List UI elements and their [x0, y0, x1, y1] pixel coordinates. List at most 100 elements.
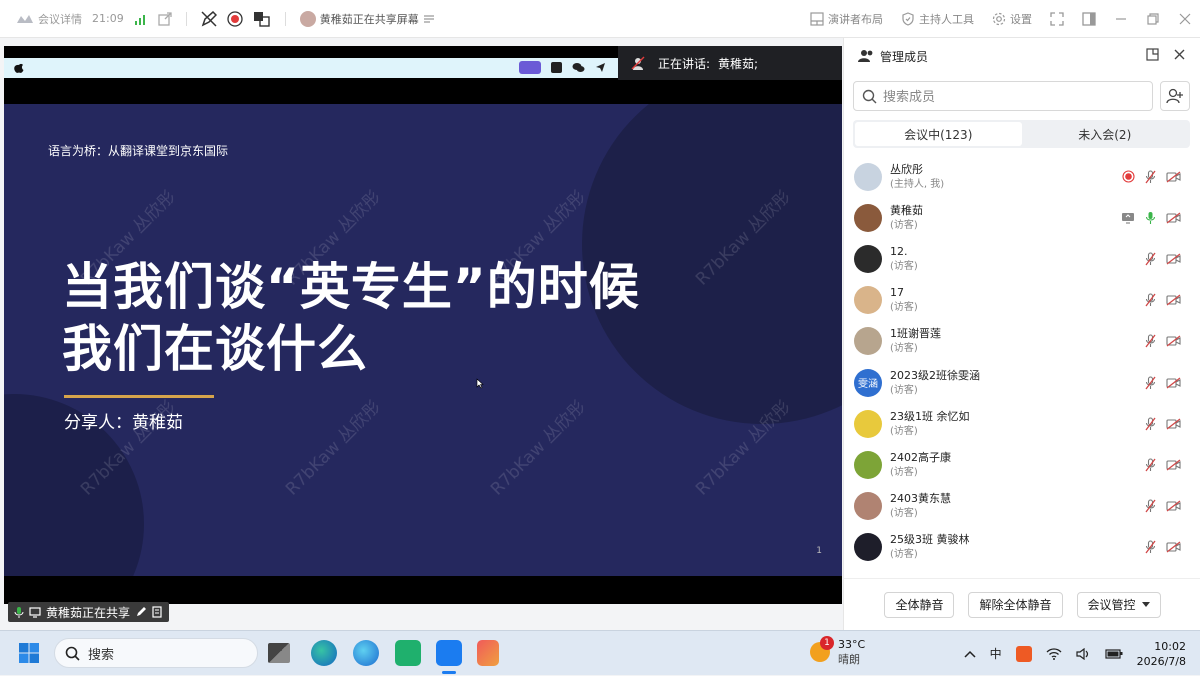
record-icon[interactable]	[227, 10, 243, 27]
host-tools-button[interactable]: 主持人工具	[901, 11, 974, 27]
panel-footer: 全体静音 解除全体静音 会议管控	[844, 578, 1200, 630]
member-row[interactable]: 1班谢晋莲 (访客)	[844, 321, 1200, 362]
windows-start-icon[interactable]	[18, 642, 40, 664]
system-clock[interactable]: 10:02 2026/7/8	[1137, 639, 1186, 669]
recording-icon[interactable]	[1122, 170, 1135, 183]
camera-off-icon[interactable]	[1166, 541, 1181, 553]
windows-taskbar: 搜索 1 33°C 晴朗 中 10:02 2026/7/8	[0, 630, 1200, 675]
member-row[interactable]: 黄稚茹 (访客)	[844, 197, 1200, 238]
mic-muted-icon[interactable]	[1144, 293, 1157, 307]
member-name: 17	[890, 286, 904, 300]
camera-off-icon[interactable]	[1166, 500, 1181, 512]
unmute-all-button[interactable]: 解除全体静音	[968, 591, 1063, 618]
sharing-status[interactable]: 黄稚茹正在共享屏幕	[299, 10, 435, 27]
screen-share-icon[interactable]	[1121, 212, 1135, 224]
active-app-indicator	[442, 671, 456, 674]
member-row[interactable]: 12. (访客)	[844, 238, 1200, 279]
member-name: 2023级2班徐雯涵	[890, 368, 980, 382]
mic-muted-icon[interactable]	[1144, 252, 1157, 266]
invite-member-button[interactable]	[1160, 81, 1190, 111]
camera-off-icon[interactable]	[1166, 212, 1181, 224]
camera-off-icon[interactable]	[1166, 377, 1181, 389]
edge-ai-icon[interactable]	[353, 640, 379, 666]
weather-widget[interactable]: 1 33°C 晴朗	[810, 636, 865, 667]
member-status-icons	[1144, 444, 1181, 485]
host-tools-label: 主持人工具	[919, 13, 974, 26]
member-avatar: 雯涵	[854, 368, 882, 397]
restore-icon[interactable]	[1146, 12, 1160, 26]
member-status-icons	[1144, 280, 1181, 321]
chevron-up-icon[interactable]	[964, 650, 976, 658]
translate-icon[interactable]	[253, 11, 271, 27]
meeting-logo-icon	[17, 14, 33, 23]
task-view-icon[interactable]	[268, 643, 290, 663]
camera-off-icon[interactable]	[1166, 335, 1181, 347]
member-name: 2402高子康	[890, 450, 951, 464]
mic-muted-icon[interactable]	[1144, 458, 1157, 472]
member-role: (访客)	[890, 508, 918, 520]
close-icon[interactable]	[1178, 12, 1192, 26]
member-text: 2023级2班徐雯涵 (访客)	[890, 368, 980, 398]
member-row[interactable]: 丛欣彤 (主持人, 我)	[844, 156, 1200, 197]
wifi-icon[interactable]	[1046, 647, 1062, 660]
tab-in-meeting[interactable]: 会议中(123)	[855, 122, 1022, 146]
meeting-details-label: 会议详情	[38, 12, 82, 26]
member-text: 2403黄东慧 (访客)	[890, 491, 951, 521]
edge-browser-icon[interactable]	[311, 640, 337, 666]
camera-off-icon[interactable]	[1166, 459, 1181, 471]
member-role: (访客)	[890, 302, 918, 314]
member-row[interactable]: 17 (访客)	[844, 280, 1200, 321]
minimize-icon[interactable]	[1114, 12, 1128, 26]
member-text: 1班谢晋莲 (访客)	[890, 326, 941, 356]
tencent-meeting-icon[interactable]	[436, 640, 462, 666]
sharing-badge[interactable]: 黄稚茹正在共享	[8, 602, 170, 622]
member-row[interactable]: 23级1班 余忆如 (访客)	[844, 403, 1200, 444]
meeting-details-button[interactable]: 会议详情	[16, 11, 82, 27]
pen-icon[interactable]	[135, 606, 147, 618]
close-icon[interactable]	[1173, 48, 1186, 61]
camera-off-icon[interactable]	[1166, 418, 1181, 430]
speaker-avatar-icon	[631, 56, 645, 70]
mic-muted-icon[interactable]	[1144, 334, 1157, 348]
fullscreen-icon[interactable]	[1050, 12, 1064, 26]
member-row[interactable]: 雯涵 2023级2班徐雯涵 (访客)	[844, 362, 1200, 403]
snipping-tool-icon[interactable]	[477, 640, 499, 666]
annotation-icon[interactable]	[201, 10, 217, 27]
mic-on-icon[interactable]	[1144, 211, 1157, 225]
sogou-ime-icon[interactable]	[1015, 645, 1032, 662]
mouse-cursor-icon	[476, 378, 484, 389]
mic-muted-icon[interactable]	[1144, 170, 1157, 184]
settings-button[interactable]: 设置	[992, 11, 1032, 27]
mic-muted-icon[interactable]	[1144, 375, 1157, 390]
tab-not-joined[interactable]: 未入会(2)	[1022, 122, 1189, 146]
mic-muted-icon[interactable]	[1144, 540, 1157, 554]
presenter-layout-button[interactable]: 演讲者布局	[810, 11, 883, 27]
ime-indicator[interactable]: 中	[990, 645, 1002, 662]
member-row[interactable]: 25级3班 黄骏林 (访客)	[844, 527, 1200, 568]
taskbar-search[interactable]: 搜索	[54, 638, 258, 668]
member-row[interactable]: 2403黄东慧 (访客)	[844, 486, 1200, 527]
mic-icon	[14, 607, 24, 618]
popout-icon[interactable]	[1146, 48, 1159, 61]
meeting-toolbar: 会议详情 21:09 黄稚茹正在共享屏幕 演讲者布局 主持人工具 设置	[0, 0, 1200, 38]
camera-off-icon[interactable]	[1166, 171, 1181, 183]
member-search-input[interactable]	[883, 88, 1133, 104]
external-link-icon[interactable]	[158, 11, 172, 26]
volume-icon[interactable]	[1075, 647, 1091, 660]
camera-off-icon[interactable]	[1166, 253, 1181, 265]
shopping-app-icon[interactable]	[395, 640, 421, 666]
mute-all-button[interactable]: 全体静音	[884, 591, 955, 618]
camera-off-icon[interactable]	[1166, 294, 1181, 306]
shared-menubar	[4, 58, 618, 78]
battery-icon[interactable]	[1104, 648, 1123, 659]
member-avatar	[854, 450, 882, 479]
signal-icon	[134, 14, 145, 25]
mic-muted-icon[interactable]	[1144, 417, 1157, 431]
mic-muted-icon[interactable]	[1144, 499, 1157, 513]
doc-icon[interactable]	[152, 606, 163, 618]
member-panel: 管理成员 会议中(123) 未入会(2) 丛欣彤(主持人, 我)黄稚茹(访客)1…	[843, 38, 1200, 630]
sidebar-toggle-icon[interactable]	[1082, 12, 1096, 26]
member-avatar	[854, 533, 882, 562]
meeting-control-button[interactable]: 会议管控	[1076, 591, 1161, 618]
member-row[interactable]: 2402高子康 (访客)	[844, 444, 1200, 485]
